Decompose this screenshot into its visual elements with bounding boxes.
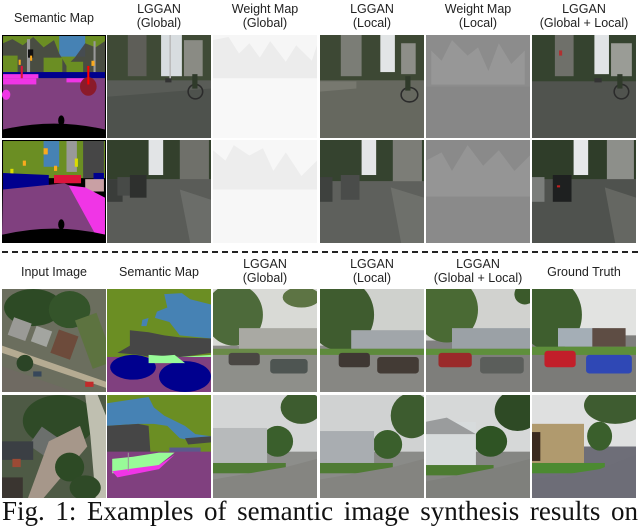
header-line1: LGGAN — [562, 2, 606, 16]
header-bottom-lggan-global: LGGAN (Global) — [212, 257, 318, 285]
header-line2: (Local) — [352, 16, 392, 30]
streetview-lggan-global-local-2 — [426, 395, 530, 498]
header-line1: LGGAN — [137, 2, 181, 16]
header-top-semantic-map: Semantic Map — [1, 11, 107, 25]
header-line2: (Global + Local) — [433, 271, 523, 285]
cityscapes-lggan-local-2 — [320, 140, 424, 243]
weight-map-local-2 — [426, 140, 530, 243]
streetview-ground-truth-2 — [532, 395, 636, 498]
cityscapes-lggan-local-1 — [320, 35, 424, 138]
header-bottom-lggan-global-local: LGGAN (Global + Local) — [423, 257, 533, 285]
header-bottom-input-image: Input Image — [1, 265, 107, 279]
streetview-lggan-global-2 — [213, 395, 317, 498]
header-line1: Input Image — [20, 265, 87, 279]
header-line2: (Global) — [242, 16, 288, 30]
header-bottom-semantic-map: Semantic Map — [106, 265, 212, 279]
header-line1: LGGAN — [243, 257, 287, 271]
aerial-semantic-map-2 — [107, 395, 211, 498]
aerial-semantic-map-1 — [107, 289, 211, 392]
header-line1: Weight Map — [231, 2, 299, 16]
cityscapes-semantic-map-1 — [2, 35, 106, 138]
header-line2: (Global) — [136, 16, 182, 30]
header-line1: LGGAN — [350, 2, 394, 16]
header-top-lggan-local: LGGAN (Local) — [319, 2, 425, 30]
header-bottom-lggan-local: LGGAN (Local) — [319, 257, 425, 285]
aerial-input-1 — [2, 289, 106, 392]
streetview-lggan-local-1 — [320, 289, 424, 392]
header-line1: Semantic Map — [119, 265, 199, 279]
streetview-ground-truth-1 — [532, 289, 636, 392]
cityscapes-lggan-global-local-2 — [532, 140, 636, 243]
streetview-lggan-global-local-1 — [426, 289, 530, 392]
cityscapes-semantic-map-2 — [2, 140, 106, 243]
weight-map-global-1 — [213, 35, 317, 138]
header-top-weight-map-local: Weight Map (Local) — [425, 2, 531, 30]
header-line1: Weight Map — [444, 2, 512, 16]
header-line2: (Global + Local) — [539, 16, 629, 30]
header-top-weight-map-global: Weight Map (Global) — [212, 2, 318, 30]
weight-map-local-1 — [426, 35, 530, 138]
header-top-lggan-global: LGGAN (Global) — [106, 2, 212, 30]
cityscapes-lggan-global-2 — [107, 140, 211, 243]
cityscapes-lggan-global-local-1 — [532, 35, 636, 138]
cityscapes-lggan-global-1 — [107, 35, 211, 138]
streetview-lggan-global-1 — [213, 289, 317, 392]
header-line2: (Local) — [458, 16, 498, 30]
figure-caption: Fig. 1: Examples of semantic image synth… — [2, 496, 638, 526]
header-line2: (Global) — [242, 271, 288, 285]
weight-map-global-2 — [213, 140, 317, 243]
header-line1: Ground Truth — [547, 265, 621, 279]
header-line1: LGGAN — [456, 257, 500, 271]
aerial-input-2 — [2, 395, 106, 498]
header-line2: (Local) — [352, 271, 392, 285]
section-separator — [2, 251, 638, 253]
header-line1: Semantic Map — [14, 11, 94, 25]
header-bottom-ground-truth: Ground Truth — [531, 265, 637, 279]
header-top-lggan-global-local: LGGAN (Global + Local) — [529, 2, 639, 30]
header-line1: LGGAN — [350, 257, 394, 271]
streetview-lggan-local-2 — [320, 395, 424, 498]
